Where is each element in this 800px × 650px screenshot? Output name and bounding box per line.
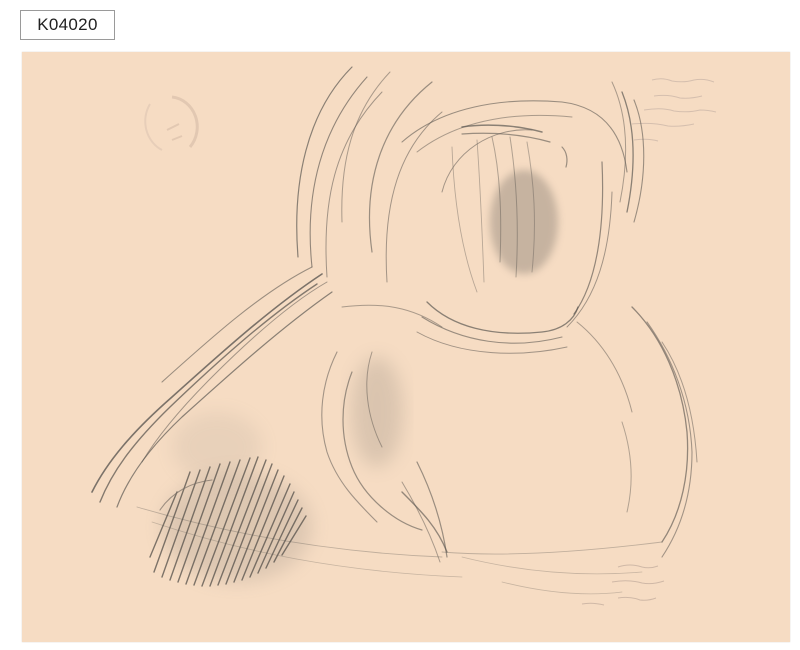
collection-stamp-icon [144, 95, 199, 151]
accession-number-label: K04020 [20, 10, 115, 40]
head-strokes [296, 66, 645, 354]
faint-inscription [581, 564, 665, 606]
figure-sketch-icon [91, 66, 717, 606]
paper-sheet [22, 52, 790, 642]
shading [162, 170, 558, 582]
faint-pencil-notes [631, 78, 717, 142]
